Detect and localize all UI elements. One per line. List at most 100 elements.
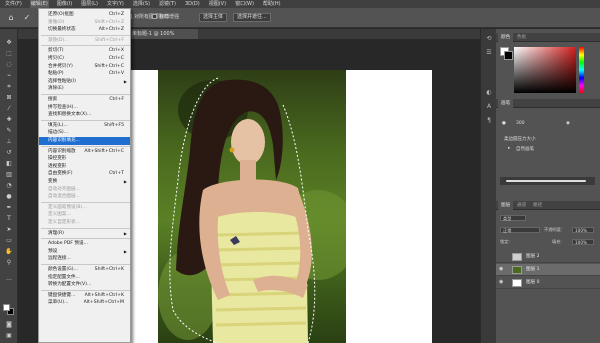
layer-kind-filter[interactable]: 类型 <box>500 215 526 221</box>
dodge-tool-icon[interactable]: ● <box>4 193 14 201</box>
edit-menu-item[interactable]: 预设 ▶ <box>39 248 130 256</box>
edit-menu-item[interactable]: 剪切(T) Ctrl+X <box>39 47 130 55</box>
type-tool-icon[interactable]: T <box>4 215 14 223</box>
menu-file[interactable]: 文件(F) <box>4 0 23 8</box>
menu-window[interactable]: 窗口(W) <box>234 0 255 8</box>
edit-menu-item[interactable]: 选择性粘贴(I) ▶ <box>39 78 130 86</box>
edit-menu-item[interactable]: 清除(E) <box>39 85 130 93</box>
history-panel-icon[interactable]: ⟲ <box>485 35 493 43</box>
paragraph-panel-icon[interactable]: ¶ <box>485 117 493 125</box>
brush-hardness-icon[interactable]: ◉ <box>566 121 570 126</box>
edit-menu-item[interactable]: 菜单(U)... Alt+Shift+Ctrl+M <box>39 299 130 307</box>
edit-menu-item[interactable]: 键盘快捷键... Alt+Shift+Ctrl+K <box>39 292 130 300</box>
layer-row[interactable]: ◉ 图层 1 <box>496 264 600 276</box>
edit-menu-item[interactable]: 颜色设置(G)... Shift+Ctrl+K <box>39 266 130 274</box>
fill-field[interactable]: 100% <box>572 239 594 245</box>
screen-mode-icon[interactable]: ▣ <box>4 332 14 340</box>
move-tool-icon[interactable]: ✥ <box>4 39 14 47</box>
layer-photo[interactable] <box>158 70 346 343</box>
blur-tool-icon[interactable]: ◔ <box>4 182 14 190</box>
edit-menu-item[interactable]: 指定配置文件... <box>39 274 130 282</box>
visibility-icon[interactable]: ◉ <box>499 279 506 286</box>
hue-slider[interactable] <box>579 47 584 93</box>
edit-menu-item[interactable]: 变换 ▶ <box>39 178 130 186</box>
edit-menu-item[interactable]: 转换为配置文件(V)... <box>39 281 130 289</box>
edit-menu-item[interactable]: 拼写检查(H)... <box>39 104 130 112</box>
menu-filter[interactable]: 滤镜(T) <box>158 0 177 8</box>
layer-row[interactable]: ◉ 图层 0 <box>496 277 600 289</box>
color-background-swatch[interactable] <box>504 51 513 60</box>
edit-menu-item[interactable]: 粘贴(P) Ctrl+V <box>39 70 130 78</box>
edit-menu-item[interactable]: 查找和替换文本(X)... <box>39 111 130 119</box>
layer-row[interactable]: 图层 2 <box>496 251 600 263</box>
visibility-icon[interactable] <box>499 253 506 260</box>
frame-tool-icon[interactable]: ⊠ <box>4 94 14 102</box>
edit-menu-item[interactable]: 内容识别缩放 Alt+Shift+Ctrl+C <box>39 148 130 156</box>
character-panel-icon[interactable]: A <box>485 103 493 111</box>
edit-menu-item[interactable]: Adobe PDF 预设... <box>39 240 130 248</box>
menu-edit[interactable]: 编辑(E) <box>29 0 49 8</box>
layer-name[interactable]: 图层 1 <box>526 264 540 276</box>
menu-view[interactable]: 视图(V) <box>208 0 227 8</box>
quick-select-icon[interactable]: ✓ <box>22 13 32 23</box>
edit-menu-item[interactable]: 拷贝(C) Ctrl+C <box>39 55 130 63</box>
pen-tool-icon[interactable]: ✒ <box>4 204 14 212</box>
blend-mode-select[interactable]: 正常 <box>500 227 540 233</box>
edit-menu-item[interactable]: 透视变形 <box>39 163 130 171</box>
edit-menu-item[interactable]: 填充(L)... Shift+F5 <box>39 122 130 130</box>
tab-channels[interactable]: 通道 <box>514 201 529 210</box>
edit-menu-item[interactable]: 搜索 Ctrl+F <box>39 96 130 104</box>
clone-stamp-tool-icon[interactable]: ⊥ <box>4 138 14 146</box>
tab-swatches[interactable]: 色板 <box>514 33 529 42</box>
color-field[interactable] <box>514 47 576 93</box>
edit-menu-item[interactable]: 合并拷贝(Y) Shift+Ctrl+C <box>39 63 130 71</box>
edit-menu-item[interactable]: 自由变换(F) Ctrl+T <box>39 170 130 178</box>
select-subject-button[interactable]: 选择主体 <box>199 13 228 22</box>
edit-menu-item[interactable]: 内容识别填充... <box>39 137 130 145</box>
edit-menu-item[interactable]: 操控变形 <box>39 155 130 163</box>
brush-folder-icon[interactable]: ▸ <box>508 146 510 151</box>
lasso-tool-icon[interactable]: ◌ <box>4 61 14 69</box>
crop-tool-icon[interactable]: ⌗ <box>4 83 14 91</box>
zoom-tool-icon[interactable]: ⚲ <box>4 259 14 267</box>
edit-menu-item[interactable]: 还原(O)抠图 Ctrl+Z <box>39 11 130 19</box>
edit-menu-item[interactable]: 远程连接... <box>39 255 130 263</box>
hand-tool-icon[interactable]: ✋ <box>4 248 14 256</box>
marquee-tool-icon[interactable]: ⬚ <box>4 50 14 58</box>
foreground-color-swatch[interactable] <box>3 304 10 311</box>
healing-brush-tool-icon[interactable]: ✚ <box>4 116 14 124</box>
quick-mask-icon[interactable]: ◙ <box>4 321 14 329</box>
edit-menu-item[interactable]: 描边(S)... <box>39 129 130 137</box>
rectangle-tool-icon[interactable]: ▭ <box>4 237 14 245</box>
menu-layer[interactable]: 图层(L) <box>80 0 99 8</box>
eyedropper-tool-icon[interactable]: ⁄ <box>4 105 14 113</box>
document-tab[interactable]: 未标题-1 @ 100% <box>128 29 198 39</box>
opacity-field[interactable]: 100% <box>572 227 594 233</box>
layer-name[interactable]: 图层 2 <box>526 251 540 263</box>
edit-menu-item[interactable]: 清理(R) ▶ <box>39 230 130 238</box>
brush-tool-icon[interactable]: ✎ <box>4 127 14 135</box>
brush-folder-label[interactable]: 自然画笔 <box>516 146 534 152</box>
menu-type[interactable]: 文字(Y) <box>106 0 125 8</box>
menu-image[interactable]: 图像(I) <box>56 0 73 8</box>
tab-layers[interactable]: 图层 <box>498 201 514 210</box>
menu-3d[interactable]: 3D(D) <box>184 0 201 8</box>
home-icon[interactable]: ⌂ <box>6 13 16 23</box>
visibility-icon[interactable]: ◉ <box>499 266 506 273</box>
more-tools-icon[interactable]: … <box>4 275 14 283</box>
layer-name[interactable]: 图层 0 <box>526 277 540 289</box>
tab-paths[interactable]: 路径 <box>530 201 545 210</box>
auto-enhance-checkbox[interactable] <box>152 14 157 19</box>
eraser-tool-icon[interactable]: ◧ <box>4 160 14 168</box>
auto-enhance-option[interactable]: 自动增强 <box>152 13 179 20</box>
brush-tip-icon[interactable]: ● <box>502 121 506 126</box>
properties-panel-icon[interactable]: ☰ <box>485 49 493 57</box>
edit-menu-item[interactable]: 切换最终状态 Alt+Ctrl+Z <box>39 26 130 34</box>
gradient-tool-icon[interactable]: ▥ <box>4 171 14 179</box>
tab-brushes[interactable]: 画笔 <box>498 99 514 108</box>
menu-help[interactable]: 帮助(H) <box>262 0 282 8</box>
tab-color[interactable]: 颜色 <box>498 33 514 42</box>
menu-select[interactable]: 选择(S) <box>132 0 151 8</box>
quick-select-tool-icon[interactable]: ⌁ <box>4 72 14 80</box>
adjustments-panel-icon[interactable]: ◐ <box>485 89 493 97</box>
